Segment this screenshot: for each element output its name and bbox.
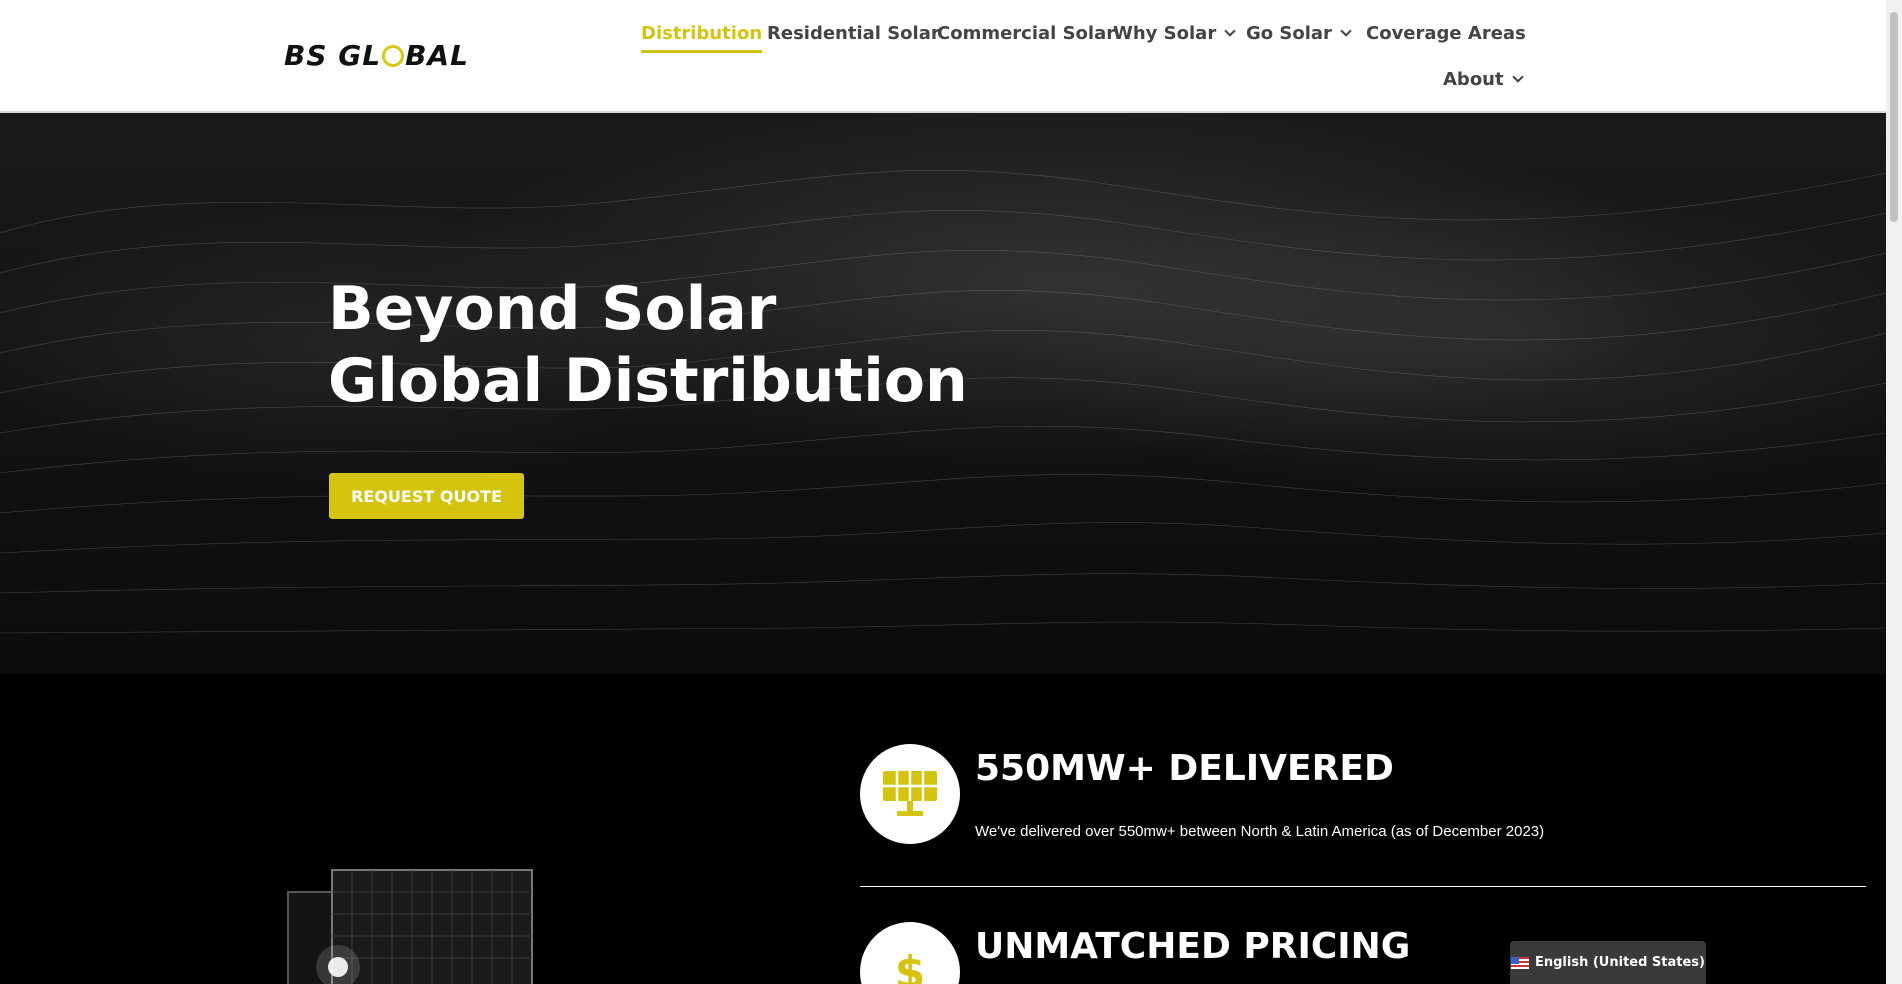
features-section: 550MW+ DELIVERED We've delivered over 55… <box>0 674 1886 984</box>
nav-commercial-solar[interactable]: Commercial Solar <box>937 16 1115 50</box>
logo-ring-icon <box>382 45 405 67</box>
hero-heading-line-2: Global Distribution <box>328 346 968 416</box>
nav-why-solar-label: Why Solar <box>1113 22 1217 44</box>
feature-divider <box>860 886 1866 887</box>
feature-title-delivered: 550MW+ DELIVERED <box>975 748 1394 789</box>
hero-heading-line-1: Beyond Solar <box>328 274 777 344</box>
chevron-down-icon <box>1340 24 1352 37</box>
nav-distribution[interactable]: Distribution <box>641 16 763 53</box>
feature-title-pricing: UNMATCHED PRICING <box>975 926 1411 967</box>
language-switcher[interactable]: English (United States) <box>1510 941 1706 984</box>
chevron-down-icon <box>1224 24 1236 37</box>
nav-go-solar[interactable]: Go Solar <box>1246 16 1352 50</box>
logo-text-end: BAL <box>405 38 469 72</box>
page-scrollbar[interactable] <box>1886 0 1902 984</box>
chevron-down-icon <box>1511 70 1524 83</box>
hero-section: Beyond Solar Global Distribution REQUEST… <box>0 113 1886 674</box>
nav-residential-solar[interactable]: Residential Solar <box>767 16 940 50</box>
language-label: English (United States) <box>1534 955 1705 970</box>
hero-heading: Beyond Solar Global Distribution <box>328 273 968 417</box>
scrollbar-thumb[interactable] <box>1890 12 1898 222</box>
nav-about[interactable]: About <box>1443 62 1524 96</box>
solar-panel-icon <box>860 744 960 844</box>
site-header: BS GL BAL Distribution Residential Solar … <box>0 0 1886 113</box>
feature-desc-delivered: We've delivered over 550mw+ between Nort… <box>975 823 1545 840</box>
nav-why-solar[interactable]: Why Solar <box>1113 16 1236 50</box>
us-flag-icon <box>1510 956 1529 969</box>
dollar-icon: $ <box>860 922 960 984</box>
bs-global-logo[interactable]: BS GL BAL <box>284 38 469 72</box>
nav-go-solar-label: Go Solar <box>1246 22 1332 44</box>
logo-text-start: BS GL <box>284 38 382 72</box>
nav-about-label: About <box>1443 68 1504 90</box>
request-quote-button[interactable]: REQUEST QUOTE <box>329 473 524 519</box>
solar-panel-image <box>287 869 533 984</box>
main-nav: Distribution Residential Solar Commercia… <box>630 16 1530 106</box>
dollar-symbol: $ <box>894 946 926 984</box>
nav-coverage-areas[interactable]: Coverage Areas <box>1366 16 1526 50</box>
